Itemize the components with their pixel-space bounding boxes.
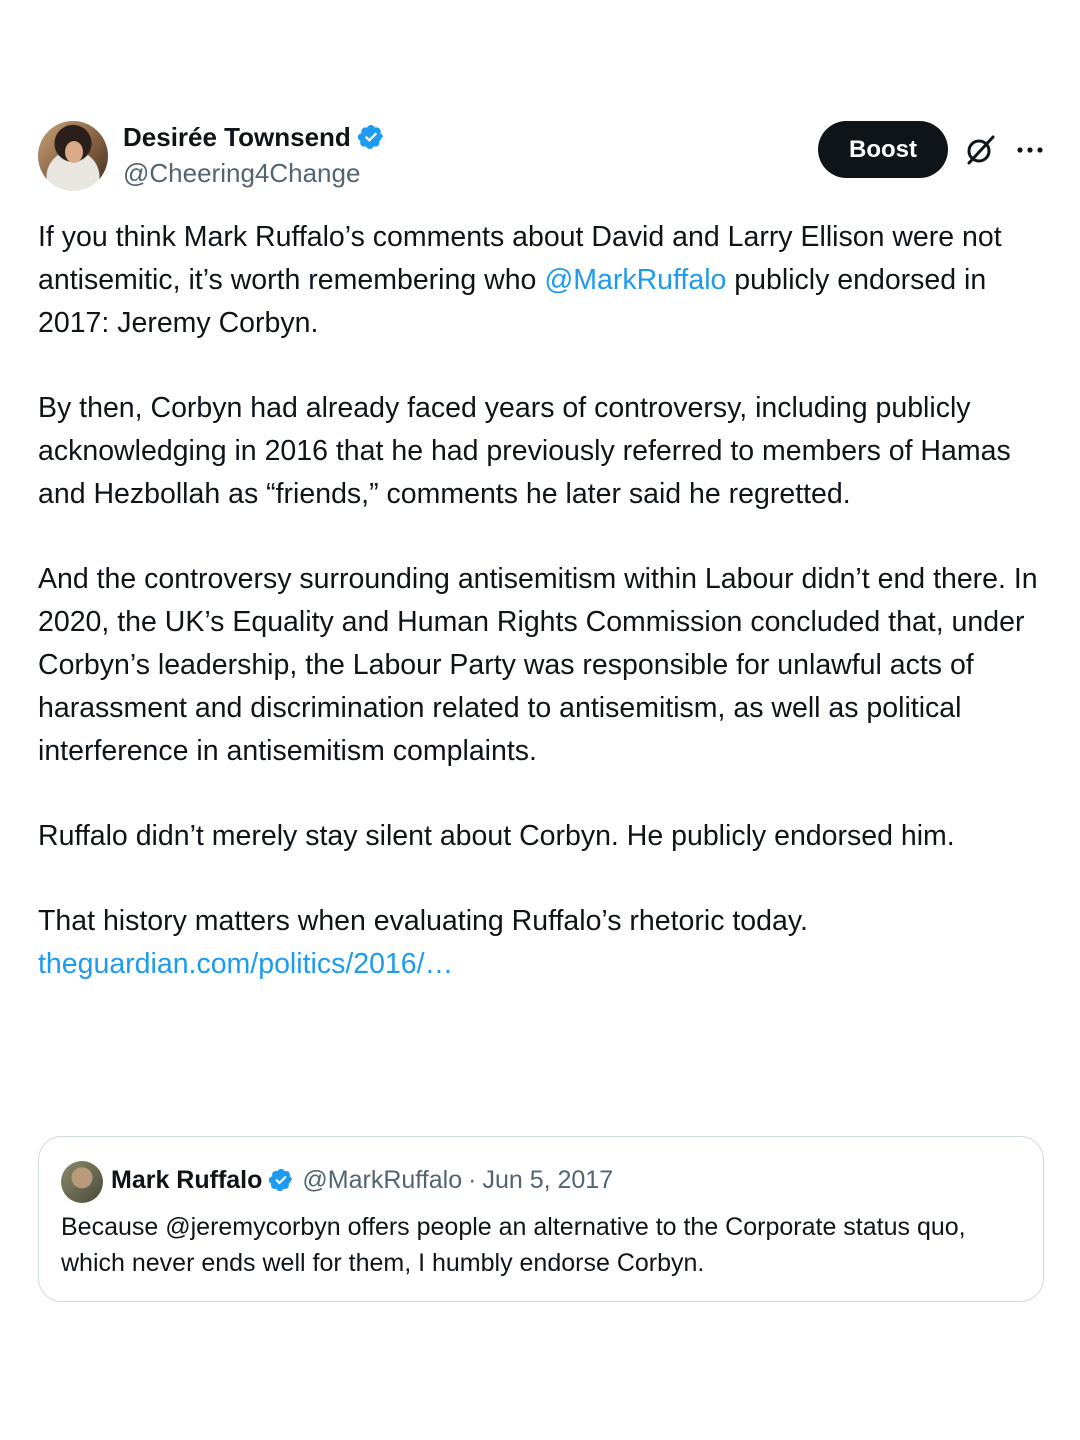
quoted-post-header: Mark Ruffalo @MarkRuffalo · Jun 5, 2017 [111, 1163, 613, 1197]
meta-separator: · [468, 1166, 477, 1194]
grok-icon[interactable] [963, 133, 997, 167]
post-body: If you think Mark Ruffalo’s comments abo… [38, 216, 1048, 986]
verified-badge-icon [357, 125, 383, 149]
quoted-post-date[interactable]: Jun 5, 2017 [482, 1163, 613, 1197]
quoted-post[interactable]: Mark Ruffalo @MarkRuffalo · Jun 5, 2017 … [38, 1136, 1044, 1302]
post-paragraph-4: Ruffalo didn’t merely stay silent about … [38, 820, 955, 852]
article-link[interactable]: theguardian.com/politics/2016/… [38, 943, 1048, 986]
more-icon[interactable] [1013, 133, 1047, 167]
author-handle[interactable]: @Cheering4Change [123, 157, 360, 189]
post-paragraph-2: By then, Corbyn had already faced years … [38, 392, 1011, 510]
author-name[interactable]: Desirée Townsend [123, 121, 351, 153]
boost-button[interactable]: Boost [818, 121, 948, 178]
quoted-author-name[interactable]: Mark Ruffalo [111, 1163, 262, 1197]
verified-badge-icon [269, 1168, 293, 1192]
author-name-row: Desirée Townsend [123, 121, 385, 153]
author-avatar[interactable] [38, 121, 108, 191]
post-paragraph-1: If you think Mark Ruffalo’s comments abo… [38, 216, 1048, 345]
post-paragraph-3: And the controversy surrounding antisemi… [38, 563, 1038, 767]
mention-link[interactable]: @MarkRuffalo [544, 264, 726, 296]
post-paragraph-5: That history matters when evaluating Ruf… [38, 905, 808, 937]
quoted-post-text: Because @jeremycorbyn offers people an a… [61, 1213, 966, 1277]
post-header: Desirée Townsend @Cheering4Change Boost [38, 119, 1048, 191]
quoted-author-handle[interactable]: @MarkRuffalo [302, 1163, 462, 1197]
quoted-author-avatar[interactable] [61, 1161, 103, 1203]
